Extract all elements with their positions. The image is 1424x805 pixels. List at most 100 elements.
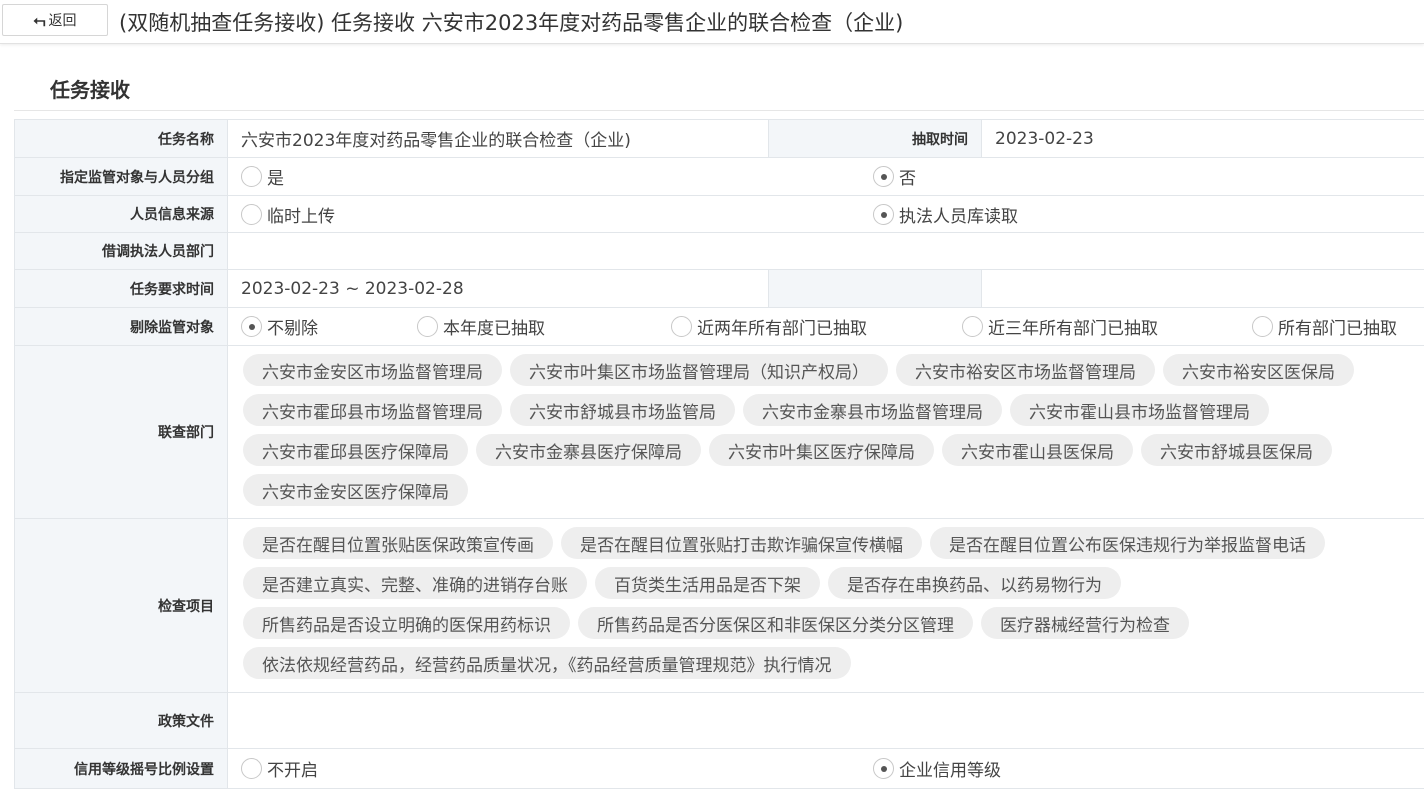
radio-two-years[interactable]: 近两年所有部门已抽取 (671, 314, 867, 339)
radio-circle-icon (671, 316, 692, 337)
dept-tag: 六安市霍邱县医疗保障局 (243, 434, 468, 466)
dept-tag: 六安市舒城县市场监管局 (510, 394, 735, 426)
value-policy-docs (228, 693, 1424, 748)
row-credit-ratio: 信用等级摇号比例设置 不开启 企业信用等级 (15, 749, 1424, 789)
check-item-tag: 百货类生活用品是否下架 (595, 567, 820, 599)
radio-checked-icon (241, 316, 262, 337)
label-credit-ratio: 信用等级摇号比例设置 (15, 749, 228, 788)
joint-depts-tags: 六安市金安区市场监督管理局 六安市叶集区市场监督管理局（知识产权局） 六安市裕安区市… (228, 346, 1424, 514)
staff-source-radios: 临时上传 执法人员库读取 (228, 196, 1424, 232)
radio-checked-icon (873, 203, 894, 225)
check-item-tag: 医疗器械经营行为检查 (981, 607, 1189, 639)
check-items-tags: 是否在醒目位置张贴医保政策宣传画 是否在醒目位置张贴打击欺诈骗保宣传横幅 是否在醒目… (228, 519, 1424, 687)
radio-all-depts[interactable]: 所有部门已抽取 (1252, 314, 1397, 339)
check-item-tag: 是否存在串换药品、以药易物行为 (828, 567, 1121, 599)
row-staff-source: 人员信息来源 临时上传 执法人员库读取 (15, 196, 1424, 233)
radio-circle-icon (241, 758, 262, 779)
radio-checked-icon (873, 166, 894, 187)
radio-checked-icon (873, 758, 894, 779)
row-required-time: 任务要求时间 2023-02-23 ~ 2023-02-28 (15, 270, 1424, 308)
check-item-tag: 是否在醒目位置公布医保违规行为举报监督电话 (930, 527, 1325, 559)
section-title: 任务接收 (50, 78, 130, 102)
check-item-tag: 是否在醒目位置张贴医保政策宣传画 (243, 527, 553, 559)
check-item-tag: 依法依规经营药品，经营药品质量状况，《药品经营质量管理规范》执行情况 (243, 647, 851, 679)
value-required-time: 2023-02-23 ~ 2023-02-28 (228, 270, 769, 307)
row-check-items: 检查项目 是否在醒目位置张贴医保政策宣传画 是否在醒目位置张贴打击欺诈骗保宣传横幅… (15, 519, 1424, 693)
dept-tag: 六安市叶集区医疗保障局 (709, 434, 934, 466)
radio-label: 是 (267, 169, 284, 189)
joint-depts-cell: 六安市金安区市场监督管理局 六安市叶集区市场监督管理局（知识产权局） 六安市裕安区市… (228, 346, 1424, 518)
radio-label: 企业信用等级 (899, 761, 1001, 781)
value-borrow-dept (228, 233, 1424, 269)
radio-three-years[interactable]: 近三年所有部门已抽取 (962, 314, 1158, 339)
dept-tag: 六安市霍邱县市场监督管理局 (243, 394, 502, 426)
check-items-cell: 是否在醒目位置张贴医保政策宣传画 是否在醒目位置张贴打击欺诈骗保宣传横幅 是否在醒目… (228, 519, 1424, 692)
label-policy-docs: 政策文件 (15, 693, 228, 748)
assign-group-radios: 是 否 (228, 158, 1424, 195)
row-policy-docs: 政策文件 (15, 693, 1424, 749)
row-task-name: 任务名称 六安市2023年度对药品零售企业的联合检查（企业) 抽取时间 2023… (15, 120, 1424, 158)
radio-staff-library[interactable]: 执法人员库读取 (873, 202, 1018, 227)
empty-label-cell (769, 270, 982, 307)
radio-assign-yes[interactable]: 是 (241, 164, 284, 189)
radio-circle-icon (962, 316, 983, 337)
credit-ratio-radios: 不开启 企业信用等级 (228, 749, 1424, 788)
back-button[interactable]: ⮢ 返回 (2, 4, 108, 36)
value-draw-time: 2023-02-23 (995, 128, 1094, 149)
label-check-items: 检查项目 (15, 519, 228, 692)
radio-label: 否 (899, 169, 916, 189)
radio-credit-level[interactable]: 企业信用等级 (873, 756, 1001, 781)
section-divider (14, 110, 1424, 111)
label-assign-group: 指定监管对象与人员分组 (15, 158, 228, 195)
back-arrow-icon: ⮢ (33, 11, 46, 29)
label-staff-source: 人员信息来源 (15, 196, 228, 232)
dept-tag: 六安市舒城县医保局 (1141, 434, 1332, 466)
radio-credit-off[interactable]: 不开启 (241, 756, 318, 781)
check-item-tag: 是否建立真实、完整、准确的进销存台账 (243, 567, 587, 599)
empty-value-cell (982, 270, 1424, 307)
row-borrow-dept: 借调执法人员部门 (15, 233, 1424, 270)
label-required-time: 任务要求时间 (15, 270, 228, 307)
task-form: 任务名称 六安市2023年度对药品零售企业的联合检查（企业) 抽取时间 2023… (14, 119, 1424, 789)
check-item-tag: 所售药品是否设立明确的医保用药标识 (243, 607, 570, 639)
radio-label: 本年度已抽取 (443, 319, 545, 339)
label-borrow-dept: 借调执法人员部门 (15, 233, 228, 269)
radio-label: 执法人员库读取 (899, 206, 1018, 227)
radio-circle-icon (417, 316, 438, 337)
radio-temp-upload[interactable]: 临时上传 (241, 202, 335, 227)
dept-tag: 六安市金安区市场监督管理局 (243, 354, 502, 386)
label-exclude: 剔除监管对象 (15, 308, 228, 345)
label-draw-time: 抽取时间 (769, 120, 982, 157)
row-joint-depts: 联查部门 六安市金安区市场监督管理局 六安市叶集区市场监督管理局（知识产权局） 六安… (15, 346, 1424, 519)
check-item-tag: 所售药品是否分医保区和非医保区分类分区管理 (578, 607, 973, 639)
value-task-name: 六安市2023年度对药品零售企业的联合检查（企业) (228, 120, 769, 157)
radio-circle-icon (1252, 316, 1273, 337)
back-button-label: 返回 (48, 13, 77, 29)
dept-tag: 六安市叶集区市场监督管理局（知识产权局） (510, 354, 888, 386)
dept-tag: 六安市裕安区市场监督管理局 (896, 354, 1155, 386)
dept-tag: 六安市裕安区医保局 (1163, 354, 1354, 386)
dept-tag: 六安市霍山县医保局 (942, 434, 1133, 466)
dept-tag: 六安市金寨县市场监督管理局 (743, 394, 1002, 426)
label-task-name: 任务名称 (15, 120, 228, 157)
radio-label: 近三年所有部门已抽取 (988, 319, 1158, 339)
radio-assign-no[interactable]: 否 (873, 164, 916, 189)
page-title: (双随机抽查任务接收) 任务接收 六安市2023年度对药品零售企业的联合检查（企… (119, 11, 904, 35)
radio-label: 临时上传 (267, 206, 335, 227)
row-assign-group: 指定监管对象与人员分组 是 否 (15, 158, 1424, 196)
radio-label: 不剔除 (267, 319, 318, 339)
exclude-radios: 不剔除 本年度已抽取 近两年所有部门已抽取 近三年所有部门已抽取 所有部门已抽取 (228, 308, 1424, 345)
radio-no-exclude[interactable]: 不剔除 (241, 314, 318, 339)
top-bar: ⮢ 返回 (双随机抽查任务接收) 任务接收 六安市2023年度对药品零售企业的联… (0, 0, 1424, 44)
dept-tag: 六安市金安区医疗保障局 (243, 474, 468, 506)
radio-this-year[interactable]: 本年度已抽取 (417, 314, 545, 339)
radio-label: 所有部门已抽取 (1278, 319, 1397, 339)
dept-tag: 六安市金寨县医疗保障局 (476, 434, 701, 466)
dept-tag: 六安市霍山县市场监督管理局 (1010, 394, 1269, 426)
radio-label: 不开启 (267, 761, 318, 781)
radio-label: 近两年所有部门已抽取 (697, 319, 867, 339)
row-exclude: 剔除监管对象 不剔除 本年度已抽取 近两年所有部门已抽取 近三年所有部门已抽取 … (15, 308, 1424, 346)
radio-circle-icon (241, 203, 262, 225)
check-item-tag: 是否在醒目位置张贴打击欺诈骗保宣传横幅 (561, 527, 922, 559)
radio-circle-icon (241, 166, 262, 187)
